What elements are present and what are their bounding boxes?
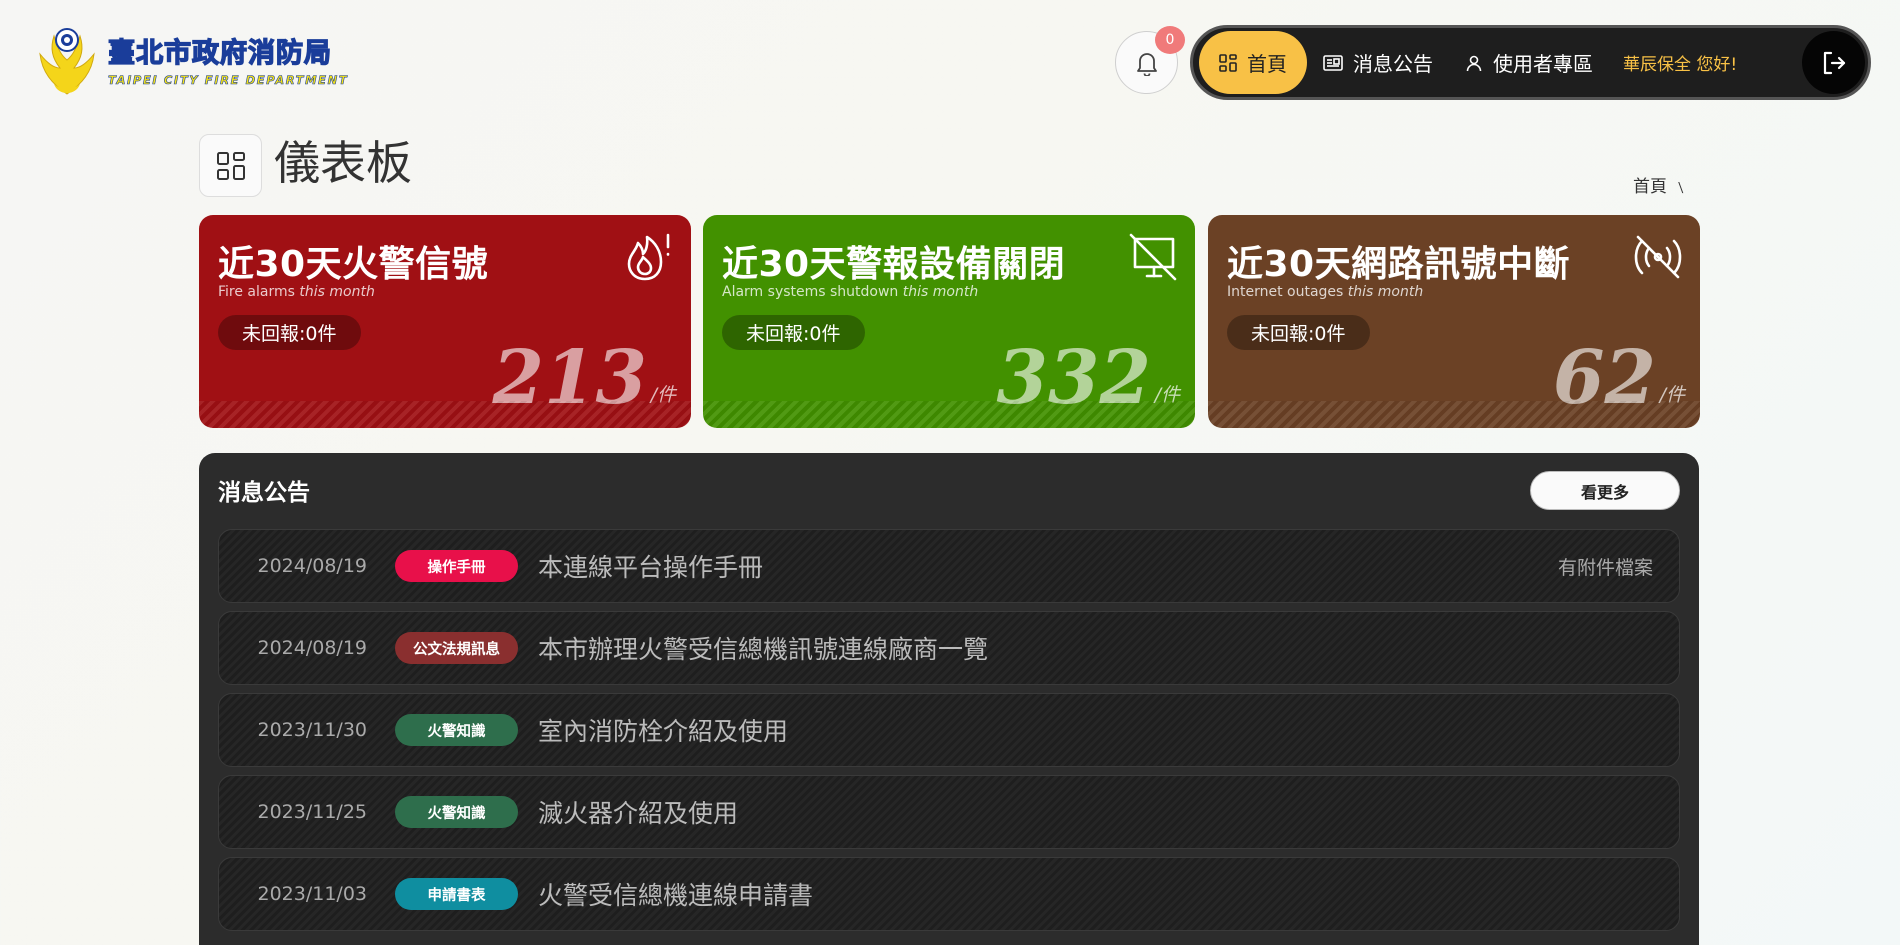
news-title: 消息公告 xyxy=(218,480,310,506)
main-nav: 首頁 消息公告 使用者專區 華辰保全 您好! xyxy=(1190,25,1871,100)
nav-item-user-area[interactable]: 使用者專區 xyxy=(1449,31,1609,94)
stat-card-fire-alarms[interactable]: 近30天火警信號 Fire alarms this month 未回報:0件 2… xyxy=(199,215,691,428)
nav-item-news[interactable]: 消息公告 xyxy=(1307,31,1449,94)
news-date: 2023/11/25 xyxy=(257,801,367,823)
news-tag: 操作手冊 xyxy=(395,550,518,582)
card-subtitle: Internet outages this month xyxy=(1227,284,1424,300)
breadcrumb[interactable]: 首頁 ﹨ xyxy=(1633,172,1689,197)
notification-badge: 0 xyxy=(1155,26,1185,54)
view-more-button[interactable]: 看更多 xyxy=(1530,471,1680,510)
news-tag: 公文法規訊息 xyxy=(395,632,518,664)
logout-icon xyxy=(1823,51,1845,74)
dashboard-icon xyxy=(216,151,245,180)
nav-item-home[interactable]: 首頁 xyxy=(1199,31,1307,94)
news-row[interactable]: 2024/08/19 操作手冊 本連線平台操作手冊 有附件檔案 xyxy=(218,529,1680,603)
attachment-label: 有附件檔案 xyxy=(1557,556,1653,579)
stat-card-internet-outages[interactable]: 近30天網路訊號中斷 Internet outages this month 未… xyxy=(1208,215,1700,428)
card-title: 近30天警報設備關閉 xyxy=(722,244,1066,285)
news-headline: 滅火器介紹及使用 xyxy=(538,799,739,828)
user-greeting: 華辰保全 您好! xyxy=(1623,55,1738,75)
news-headline: 本連線平台操作手冊 xyxy=(538,553,764,582)
bell-icon xyxy=(1136,52,1157,76)
card-stripes xyxy=(199,401,691,428)
card-subtitle: Alarm systems shutdown this month xyxy=(722,284,979,300)
news-date: 2023/11/30 xyxy=(257,719,367,741)
news-date: 2023/11/03 xyxy=(257,883,367,905)
news-headline: 本市辦理火警受信總機訊號連線廠商一覽 xyxy=(538,635,989,664)
page-title-icon xyxy=(199,134,262,197)
monitor-off-icon xyxy=(1129,233,1177,281)
logout-button[interactable] xyxy=(1802,31,1865,94)
nav-item-label: 消息公告 xyxy=(1353,52,1433,76)
unreported-badge: 未回報:0件 xyxy=(722,315,865,350)
news-row[interactable]: 2023/11/03 申請書表 火警受信總機連線申請書 xyxy=(218,857,1680,931)
fire-department-emblem-icon xyxy=(34,24,100,100)
news-tag: 火警知識 xyxy=(395,714,518,746)
news-date: 2024/08/19 xyxy=(257,637,367,659)
news-headline: 火警受信總機連線申請書 xyxy=(538,881,814,910)
card-subtitle: Fire alarms this month xyxy=(218,284,375,300)
logo-title-en: TAIPEI CITY FIRE DEPARTMENT xyxy=(108,72,349,87)
card-title: 近30天火警信號 xyxy=(218,244,489,285)
news-row[interactable]: 2023/11/30 火警知識 室內消防栓介紹及使用 xyxy=(218,693,1680,767)
news-panel: 消息公告 看更多 2024/08/19 操作手冊 本連線平台操作手冊 有附件檔案… xyxy=(199,453,1699,945)
user-icon xyxy=(1465,54,1483,72)
card-stripes xyxy=(703,401,1195,428)
news-row[interactable]: 2024/08/19 公文法規訊息 本市辦理火警受信總機訊號連線廠商一覽 xyxy=(218,611,1680,685)
dashboard-icon xyxy=(1219,53,1237,72)
news-date: 2024/08/19 xyxy=(257,555,367,577)
nav-item-label: 首頁 xyxy=(1247,52,1287,76)
logo-title-zh: 臺北市政府消防局 xyxy=(107,37,332,69)
news-row[interactable]: 2023/11/25 火警知識 滅火器介紹及使用 xyxy=(218,775,1680,849)
card-stripes xyxy=(1208,401,1700,428)
news-tag: 火警知識 xyxy=(395,796,518,828)
signal-off-icon xyxy=(1634,235,1682,279)
stat-card-alarm-shutdown[interactable]: 近30天警報設備關閉 Alarm systems shutdown this m… xyxy=(703,215,1195,428)
news-icon xyxy=(1323,54,1343,72)
news-tag: 申請書表 xyxy=(395,878,518,910)
logo[interactable]: 臺北市政府消防局 TAIPEI CITY FIRE DEPARTMENT xyxy=(34,24,354,100)
unreported-badge: 未回報:0件 xyxy=(218,315,361,350)
fire-alert-icon xyxy=(627,233,670,281)
news-headline: 室內消防栓介紹及使用 xyxy=(538,717,789,746)
nav-item-label: 使用者專區 xyxy=(1493,52,1593,76)
page-title: 儀表板 xyxy=(274,136,412,190)
card-title: 近30天網路訊號中斷 xyxy=(1227,244,1571,285)
unreported-badge: 未回報:0件 xyxy=(1227,315,1370,350)
